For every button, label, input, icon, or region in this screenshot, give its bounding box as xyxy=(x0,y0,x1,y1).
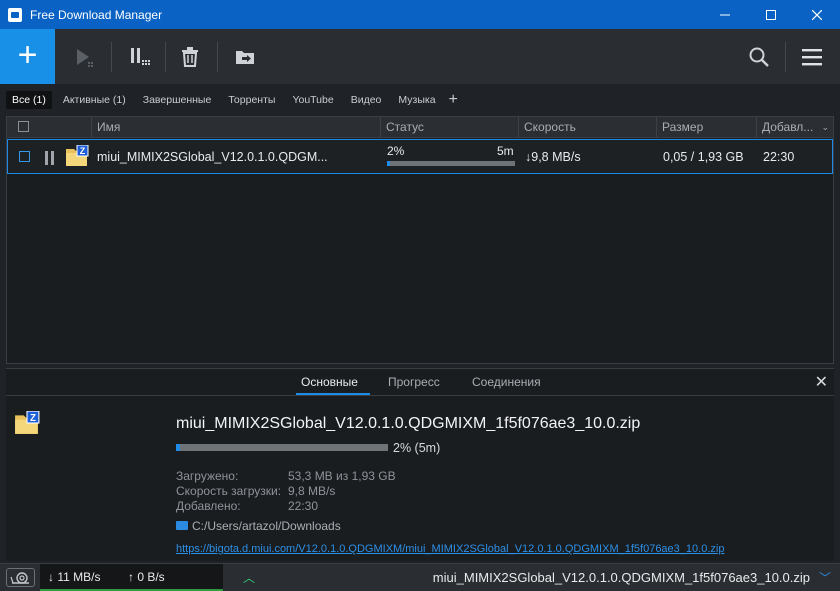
close-details-icon[interactable]: ✕ xyxy=(815,372,828,392)
maximize-icon xyxy=(766,9,776,20)
details-progress-fill xyxy=(176,444,181,451)
row-file-name: miui_MIMIX2SGlobal_V12.0.1.0.QDGM... xyxy=(97,150,328,164)
folder-icon xyxy=(176,521,188,530)
pause-all-button[interactable] xyxy=(119,29,159,84)
search-button[interactable] xyxy=(739,29,779,84)
select-all-checkbox[interactable] xyxy=(18,121,29,132)
traffic-speed-panel[interactable]: ↓ 11 MB/s ↑ 0 B/s ︿ xyxy=(40,564,255,591)
maximize-button[interactable] xyxy=(748,0,794,29)
main-menu-button[interactable] xyxy=(792,29,832,84)
details-tabs: Основные Прогресс Соединения ✕ xyxy=(6,369,834,395)
row-added-time: 22:30 xyxy=(763,150,795,164)
window-title: Free Download Manager xyxy=(30,7,163,22)
window-controls xyxy=(702,0,840,29)
column-status[interactable]: Статус xyxy=(381,117,519,137)
zip-file-icon: Z xyxy=(15,411,40,434)
field-label-added: Добавлено: xyxy=(176,499,241,513)
status-file-name: miui_MIMIX2SGlobal_V12.0.1.0.QDGMIXM_1f5… xyxy=(432,570,810,585)
tab-music[interactable]: Музыка xyxy=(392,91,441,109)
table-row[interactable]: Z miui_MIMIX2SGlobal_V12.0.1.0.QDGM... 2… xyxy=(7,139,833,174)
details-progress-bar xyxy=(176,444,388,451)
details-divider xyxy=(6,395,834,396)
svg-text:Z: Z xyxy=(30,413,36,424)
row-speed: ↓9,8 MB/s xyxy=(525,150,581,164)
field-value-speed: 9,8 MB/s xyxy=(288,484,336,498)
row-checkbox[interactable] xyxy=(19,151,30,162)
field-label-speed: Скорость загрузки: xyxy=(176,484,282,498)
snail-mode-button[interactable] xyxy=(6,568,35,587)
add-download-button[interactable]: + xyxy=(0,29,55,84)
search-icon xyxy=(749,47,769,67)
tab-completed[interactable]: Завершенные xyxy=(137,91,218,109)
tab-video[interactable]: Видео xyxy=(345,91,388,109)
chevron-down-icon[interactable]: ﹀ xyxy=(819,569,831,586)
zip-file-icon: Z xyxy=(66,145,89,166)
title-bar: Free Download Manager xyxy=(0,0,840,29)
delete-button[interactable] xyxy=(170,29,210,84)
toolbar-divider xyxy=(165,42,166,72)
menu-icon xyxy=(802,48,822,65)
status-bar: ↓ 11 MB/s ↑ 0 B/s ︿ miui_MIMIX2SGlobal_V… xyxy=(0,563,840,591)
pause-icon[interactable] xyxy=(44,151,56,165)
move-to-folder-button[interactable] xyxy=(225,29,265,84)
tab-general[interactable]: Основные xyxy=(301,375,358,389)
sort-chevron-icon: ⌄ xyxy=(821,122,829,132)
field-value-downloaded: 53,3 MB из 1,93 GB xyxy=(288,469,396,483)
toolbar-divider xyxy=(111,42,112,72)
field-label-downloaded: Загружено: xyxy=(176,469,239,483)
minimize-button[interactable] xyxy=(702,0,748,29)
download-path-link[interactable]: C:/Users/artazol/Downloads xyxy=(192,519,341,533)
tab-all[interactable]: Все (1) xyxy=(6,91,52,109)
column-speed[interactable]: Скорость xyxy=(519,117,657,137)
tab-torrents[interactable]: Торренты xyxy=(222,91,281,109)
row-status-percent: 2% xyxy=(387,144,405,158)
row-progress-bar xyxy=(387,161,515,166)
add-tab-plus-icon[interactable]: + xyxy=(449,91,458,109)
tab-active[interactable]: Активные (1) xyxy=(57,91,132,109)
app-logo-icon xyxy=(8,7,22,22)
close-icon xyxy=(812,9,822,20)
column-size[interactable]: Размер xyxy=(657,117,757,137)
filter-tabs: Все (1) Активные (1) Завершенные Торрент… xyxy=(0,84,840,116)
row-progress-fill xyxy=(387,161,390,166)
select-all-column xyxy=(7,117,92,137)
table-header: Имя Статус Скорость Размер Добавл... ⌄ xyxy=(7,117,833,138)
delete-icon xyxy=(182,46,198,67)
tab-progress[interactable]: Прогресс xyxy=(388,375,440,389)
start-button[interactable] xyxy=(64,29,104,84)
column-added-label: Добавл... xyxy=(762,120,814,134)
details-panel: Основные Прогресс Соединения ✕ Z miui_MI… xyxy=(6,368,834,561)
upload-speed: ↑ 0 B/s xyxy=(128,570,165,584)
svg-text:Z: Z xyxy=(80,146,86,156)
play-icon xyxy=(77,48,93,67)
row-size: 0,05 / 1,93 GB xyxy=(663,150,744,164)
chevron-up-icon[interactable]: ︿ xyxy=(243,569,255,586)
tab-connections[interactable]: Соединения xyxy=(472,375,541,389)
downloads-table: Имя Статус Скорость Размер Добавл... ⌄ Z… xyxy=(6,116,834,364)
pause-all-icon xyxy=(131,47,150,65)
toolbar-divider xyxy=(217,42,218,72)
column-added[interactable]: Добавл... ⌄ xyxy=(757,117,833,137)
details-file-name: miui_MIMIX2SGlobal_V12.0.1.0.QDGMIXM_1f5… xyxy=(176,415,641,432)
row-status-eta: 5m xyxy=(497,144,514,158)
toolbar-divider xyxy=(785,42,786,72)
field-value-added: 22:30 xyxy=(288,499,319,513)
toolbar: + xyxy=(0,29,840,84)
move-icon xyxy=(236,50,254,64)
details-progress-text: 2% (5m) xyxy=(393,441,441,455)
tab-youtube[interactable]: YouTube xyxy=(286,91,339,109)
app-window: Free Download Manager + Все (1) Активные… xyxy=(0,0,840,591)
close-window-button[interactable] xyxy=(794,0,840,29)
column-name[interactable]: Имя xyxy=(92,117,381,137)
minimize-icon xyxy=(720,14,730,15)
source-url-link[interactable]: https://bigota.d.miui.com/V12.0.1.0.QDGM… xyxy=(176,543,724,555)
download-speed: ↓ 11 MB/s xyxy=(48,570,101,584)
snail-icon xyxy=(10,572,29,584)
